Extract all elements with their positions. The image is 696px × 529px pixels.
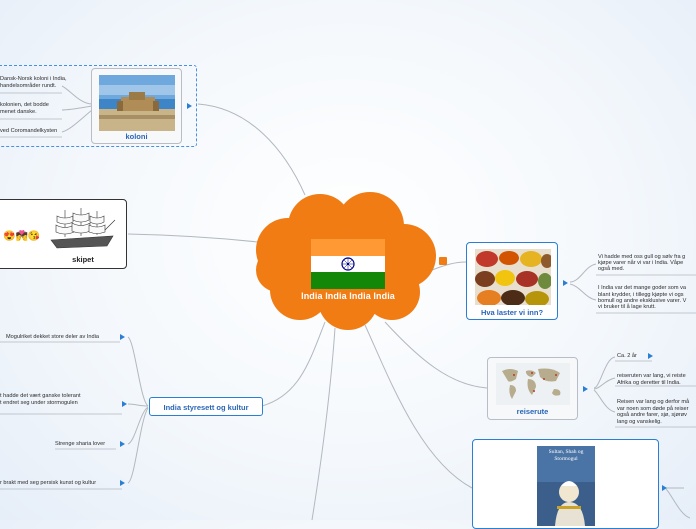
koloni-label: koloni bbox=[125, 132, 148, 141]
emoji-group: 😍💏😘 bbox=[3, 231, 41, 242]
reiserute-note-3: Afrika og deretter til India. bbox=[617, 380, 681, 386]
book-title: Sultan, Shah og Stormogul bbox=[548, 449, 584, 462]
link-styresett bbox=[261, 321, 326, 407]
styresett-note-2: t hadde det vært ganske tolerant bbox=[0, 393, 81, 399]
styresett-node[interactable]: India styresett og kultur bbox=[149, 397, 263, 416]
skipet-label: skipet bbox=[72, 255, 94, 264]
spices-image bbox=[475, 249, 551, 305]
center-expand-box[interactable] bbox=[439, 257, 447, 265]
laster-label: Hva laster vi inn? bbox=[480, 308, 544, 317]
koloni-note-3: kolonien, det bodde bbox=[0, 102, 49, 108]
koloni-note-5: ved Coromandelkysten bbox=[0, 128, 58, 134]
styresett-note-4: Strenge sharia lover bbox=[55, 441, 106, 447]
reiserute-note-7: lang og vanskelig. bbox=[617, 419, 662, 425]
styresett-note-5-arrow[interactable] bbox=[120, 480, 125, 486]
laster-node[interactable]: Hva laster vi inn? bbox=[466, 242, 558, 320]
laster-note-7: vi bruker til å lage krutt. bbox=[598, 304, 656, 310]
styresett-note-4-arrow[interactable] bbox=[120, 441, 125, 447]
reiserute-note-1-arrow[interactable] bbox=[648, 353, 653, 359]
styresett-note-1: Mogulriket dekket store deler av India bbox=[6, 334, 99, 340]
styresett-note-1-arrow[interactable] bbox=[120, 334, 125, 340]
reiserute-note-2: reiseruten var lang, vi reiste bbox=[617, 373, 686, 379]
india-flag-icon bbox=[311, 239, 385, 289]
link-book bbox=[364, 324, 473, 489]
link-bottom bbox=[311, 327, 336, 520]
koloni-note-4: menet danske. bbox=[0, 109, 37, 115]
reiserute-note-6: også andre farer, sjø, sjørøv bbox=[617, 412, 687, 418]
reiserute-note-1: Ca. 2 år bbox=[617, 353, 637, 359]
link-skipet bbox=[127, 233, 259, 243]
reiserute-label: reiserute bbox=[516, 407, 549, 416]
laster-note-4: I India var det mange goder som va bbox=[598, 285, 686, 291]
book-node[interactable]: Sultan, Shah og Stormogul bbox=[472, 439, 659, 529]
koloni-note-2: handelsområder rundt. bbox=[0, 83, 57, 89]
styresett-label: India styresett og kultur bbox=[163, 403, 249, 412]
center-cloud[interactable] bbox=[248, 192, 440, 332]
laster-note-3: også med. bbox=[598, 266, 625, 272]
koloni-expand-arrow[interactable] bbox=[187, 103, 192, 109]
ship-image bbox=[50, 208, 116, 249]
styresett-note-2-arrow[interactable] bbox=[122, 401, 127, 407]
reiserute-expand-arrow[interactable] bbox=[583, 386, 588, 392]
styresett-note-5: r brakt med seg persisk kunst og kultur bbox=[0, 480, 97, 486]
laster-expand-arrow[interactable] bbox=[563, 280, 568, 286]
link-koloni bbox=[197, 103, 306, 196]
center-title[interactable]: India India India India bbox=[278, 291, 418, 301]
reiserute-node[interactable]: reiserute bbox=[487, 357, 578, 420]
world-map-image bbox=[496, 363, 570, 405]
koloni-note-1: Dansk-Norsk koloni i India, bbox=[0, 76, 67, 82]
koloni-node[interactable]: koloni bbox=[91, 68, 182, 144]
skipet-node[interactable]: 😍💏😘 skipet bbox=[0, 199, 127, 269]
reiserute-note-4: Reisen var lang og derfor må bbox=[617, 399, 690, 405]
book-expand-arrow[interactable] bbox=[662, 485, 667, 491]
styresett-note-3: t endret seg under stormogulen bbox=[0, 400, 78, 406]
fort-image bbox=[99, 75, 175, 131]
